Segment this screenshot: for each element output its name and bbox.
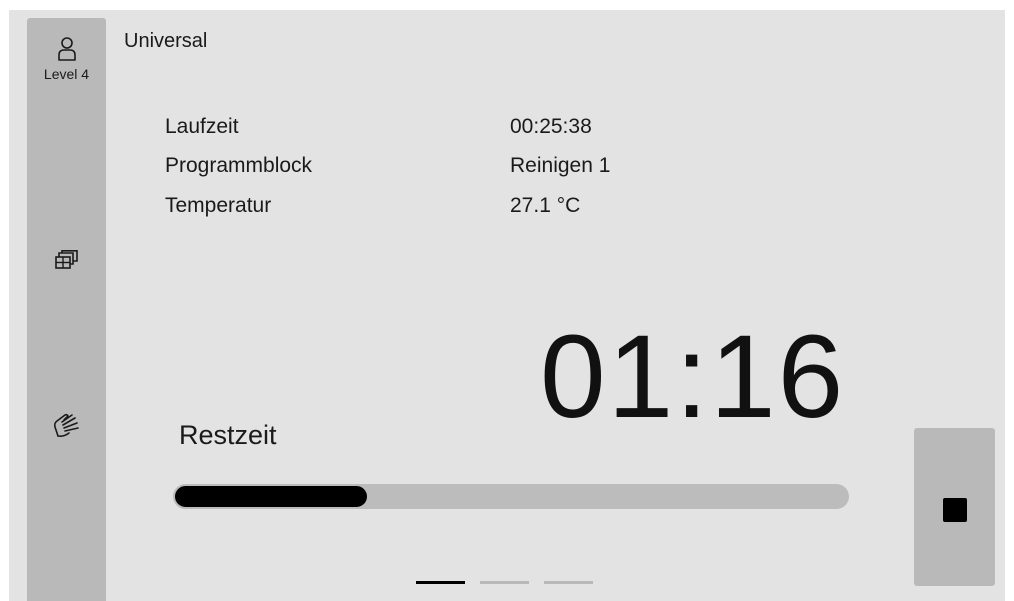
screen: Level 4 Universal Laufzeit 00:25:38 Prog… (0, 0, 1014, 601)
runtime-label: Laufzeit (165, 115, 239, 138)
stop-icon (943, 498, 967, 522)
runtime-value: 00:25:38 (510, 115, 592, 138)
sidebar: Level 4 (27, 18, 106, 601)
progress-bar (173, 484, 849, 509)
program-block-label: Programmblock (165, 154, 313, 177)
remaining-time-label: Restzeit (179, 420, 277, 450)
program-block-value: Reinigen 1 (510, 154, 611, 177)
main-panel (9, 10, 1005, 601)
hand-icon (52, 410, 82, 440)
page-indicator-dot-2[interactable] (480, 581, 529, 584)
remaining-time: 01:16 (540, 311, 846, 443)
user-level-button[interactable]: Level 4 (27, 36, 106, 82)
user-level-label: Level 4 (43, 66, 90, 82)
temperature-label: Temperatur (165, 194, 272, 217)
page-indicator-dot-1[interactable] (416, 581, 465, 584)
user-icon (56, 36, 78, 62)
baskets-icon (54, 250, 80, 272)
temperature-value: 27.1 °C (510, 194, 581, 217)
hygiene-button[interactable] (27, 410, 106, 440)
load-carriers-button[interactable] (27, 250, 106, 272)
progress-bar-fill (173, 484, 369, 509)
program-title: Universal (124, 30, 208, 52)
page-indicator (416, 580, 596, 586)
stop-button[interactable] (914, 428, 995, 586)
page-indicator-dot-3[interactable] (544, 581, 593, 584)
